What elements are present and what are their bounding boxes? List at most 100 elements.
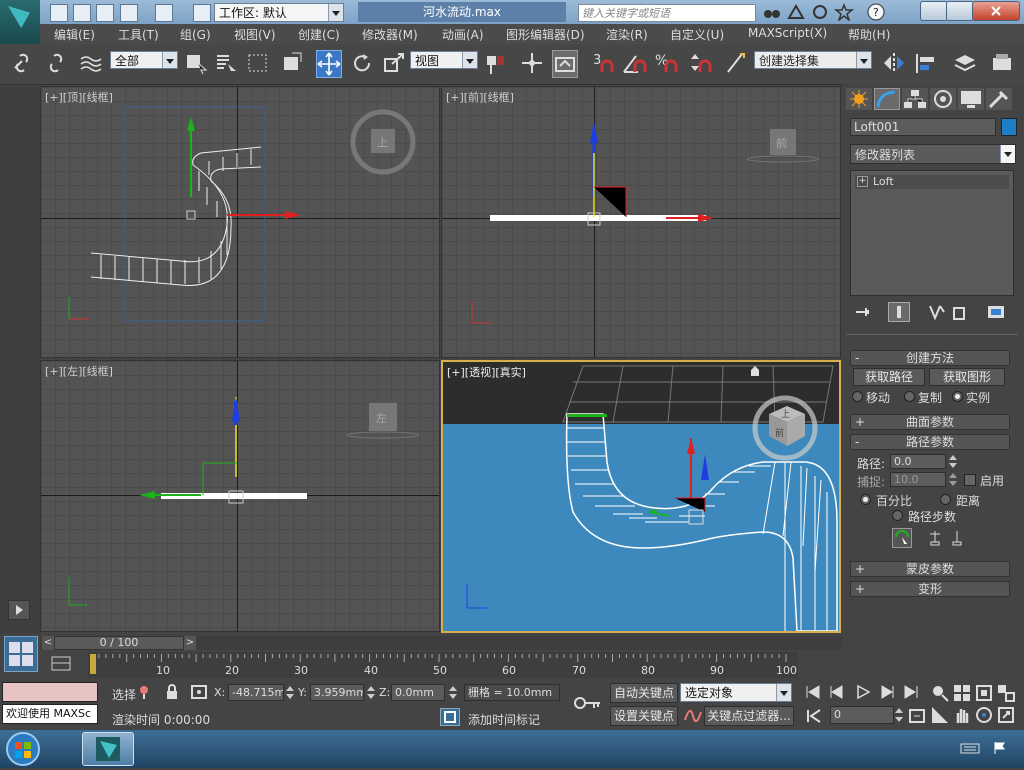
zoom-extents-all-icon[interactable] <box>996 683 1016 703</box>
enable-checkbox[interactable] <box>964 474 976 486</box>
hierarchy-tab-icon[interactable] <box>902 88 928 110</box>
selection-filter-dropdown[interactable]: 全部 <box>110 51 178 69</box>
snaps-toggle-icon[interactable]: 3 <box>592 50 616 76</box>
menu-create[interactable]: 创建(C) <box>298 26 340 43</box>
key-selection-dropdown[interactable]: 选定对象 <box>680 683 792 702</box>
open-file-icon[interactable] <box>73 4 91 22</box>
get-path-button[interactable]: 获取路径 <box>853 368 925 386</box>
x-spinner-icon[interactable] <box>285 684 295 701</box>
instance-radio[interactable] <box>952 391 963 402</box>
viewcube-persp-top-label[interactable]: 上 <box>781 409 790 420</box>
modifier-list-dropdown[interactable]: 修改器列表 <box>850 144 1016 164</box>
remove-modifier-icon[interactable] <box>950 304 968 320</box>
menu-graph-editors[interactable]: 图形编辑器(D) <box>506 26 585 43</box>
save-file-icon[interactable] <box>96 4 114 22</box>
time-slider-thumb[interactable]: 0 / 100 <box>54 636 184 650</box>
path-spinner-icon[interactable] <box>948 454 958 469</box>
select-and-rotate-icon[interactable] <box>350 50 374 76</box>
tray-flag-icon[interactable] <box>992 740 1008 756</box>
get-shape-button[interactable]: 获取图形 <box>929 368 1005 386</box>
graphite-modeling-icon[interactable] <box>990 50 1014 76</box>
binoculars-icon[interactable] <box>762 3 782 21</box>
modify-tab-icon[interactable] <box>874 88 900 110</box>
maxscript-listener-input[interactable]: 欢迎使用 MAXSc <box>2 704 98 724</box>
distance-radio[interactable] <box>940 494 951 505</box>
menu-edit[interactable]: 编辑(E) <box>54 26 95 43</box>
favorites-star-icon[interactable] <box>833 2 855 23</box>
align-icon[interactable] <box>914 50 938 76</box>
search-input[interactable]: 键入关键字或短语 <box>578 4 756 22</box>
maximize-button[interactable] <box>946 1 974 21</box>
stack-item-loft[interactable]: + Loft <box>855 175 1009 189</box>
key-mode-toggle-icon[interactable] <box>806 708 824 724</box>
pick-shape-icon[interactable] <box>892 528 912 548</box>
select-and-move-icon[interactable] <box>316 50 342 78</box>
create-tab-icon[interactable] <box>846 88 872 110</box>
keyboard-tray-icon[interactable] <box>960 740 980 756</box>
pivot-center-icon[interactable] <box>484 50 508 76</box>
previous-frame-icon[interactable] <box>828 684 846 700</box>
make-unique-icon[interactable] <box>928 304 946 321</box>
play-icon[interactable] <box>854 684 872 700</box>
taskbar-3dsmax-app[interactable] <box>82 732 134 766</box>
menu-help[interactable]: 帮助(H) <box>848 26 890 43</box>
maximize-toggle-icon[interactable] <box>996 705 1016 725</box>
new-file-icon[interactable] <box>50 4 68 22</box>
key-filter-curve-icon[interactable] <box>684 708 702 724</box>
path-value-input[interactable]: 0.0 <box>890 454 946 469</box>
time-cursor[interactable] <box>90 654 96 674</box>
rollout-deformation[interactable]: + 变形 <box>850 581 1010 597</box>
viewport-left[interactable]: [+][左][线框] 左 <box>40 360 440 632</box>
named-selection-dropdown[interactable]: 创建选择集 <box>754 51 872 69</box>
set-key-icon[interactable] <box>570 690 604 716</box>
go-to-start-icon[interactable] <box>804 684 822 700</box>
viewcube-top-label[interactable]: 上 <box>377 136 388 149</box>
object-color-swatch[interactable] <box>1001 118 1017 136</box>
z-coord-input[interactable]: 0.0mm <box>391 684 445 701</box>
rollout-creation-method[interactable]: - 创建方法 <box>850 350 1010 366</box>
menu-maxscript[interactable]: MAXScript(X) <box>748 26 827 40</box>
display-tab-icon[interactable] <box>958 88 984 110</box>
key-filters-button[interactable]: 关键点过滤器... <box>704 706 794 726</box>
zoom-extents-icon[interactable] <box>974 683 994 703</box>
windows-start-button[interactable] <box>2 731 44 767</box>
y-spinner-icon[interactable] <box>366 684 376 701</box>
move-radio[interactable] <box>852 391 863 402</box>
configure-modifier-sets-icon[interactable] <box>986 304 1008 320</box>
mirror-icon[interactable] <box>882 50 906 76</box>
current-frame-input[interactable]: 0 <box>830 706 894 724</box>
frame-spinner-icon[interactable] <box>894 706 904 724</box>
mini-curve-editor-icon[interactable] <box>48 652 78 676</box>
time-tag-icon[interactable] <box>440 708 460 726</box>
field-of-view-icon[interactable] <box>930 705 950 725</box>
absolute-mode-icon[interactable] <box>190 684 208 700</box>
add-time-tag-button[interactable]: 添加时间标记 <box>468 711 540 728</box>
reference-coordinate-dropdown[interactable]: 视图 <box>410 51 478 69</box>
go-to-end-icon[interactable] <box>902 684 920 700</box>
close-button[interactable] <box>972 1 1020 21</box>
select-object-icon[interactable] <box>184 50 208 76</box>
spinner-snap-icon[interactable] <box>688 50 712 76</box>
maximize-viewport-icon[interactable] <box>4 636 38 672</box>
app-menu-button[interactable] <box>0 0 40 44</box>
viewcube-front-label[interactable]: 前 <box>776 136 787 150</box>
help-icon[interactable]: ? <box>866 3 886 21</box>
menu-views[interactable]: 视图(V) <box>234 26 276 43</box>
link-icon[interactable] <box>10 50 34 76</box>
x-coord-input[interactable]: -48.715mm <box>228 684 284 701</box>
bind-space-warp-icon[interactable] <box>78 50 102 76</box>
percent-snap-icon[interactable]: % <box>654 50 678 76</box>
keyboard-shortcut-toggle-icon[interactable] <box>552 50 578 78</box>
next-frame-icon[interactable] <box>878 684 896 700</box>
menu-tools[interactable]: 工具(T) <box>118 26 159 43</box>
menu-group[interactable]: 组(G) <box>180 26 211 43</box>
snap-spinner-icon[interactable] <box>948 472 958 487</box>
set-key-button[interactable]: 设置关键点 <box>610 706 678 726</box>
project-folder-icon[interactable] <box>193 4 211 22</box>
viewport-perspective-label[interactable]: [+][透视][真实] <box>447 364 526 380</box>
next-shape-icon[interactable] <box>948 528 966 548</box>
select-by-name-icon[interactable] <box>214 50 238 76</box>
rollout-surface-params[interactable]: + 曲面参数 <box>850 414 1010 430</box>
viewcube-persp-front-label[interactable]: 前 <box>775 427 784 439</box>
subscription-icon[interactable] <box>810 3 830 21</box>
